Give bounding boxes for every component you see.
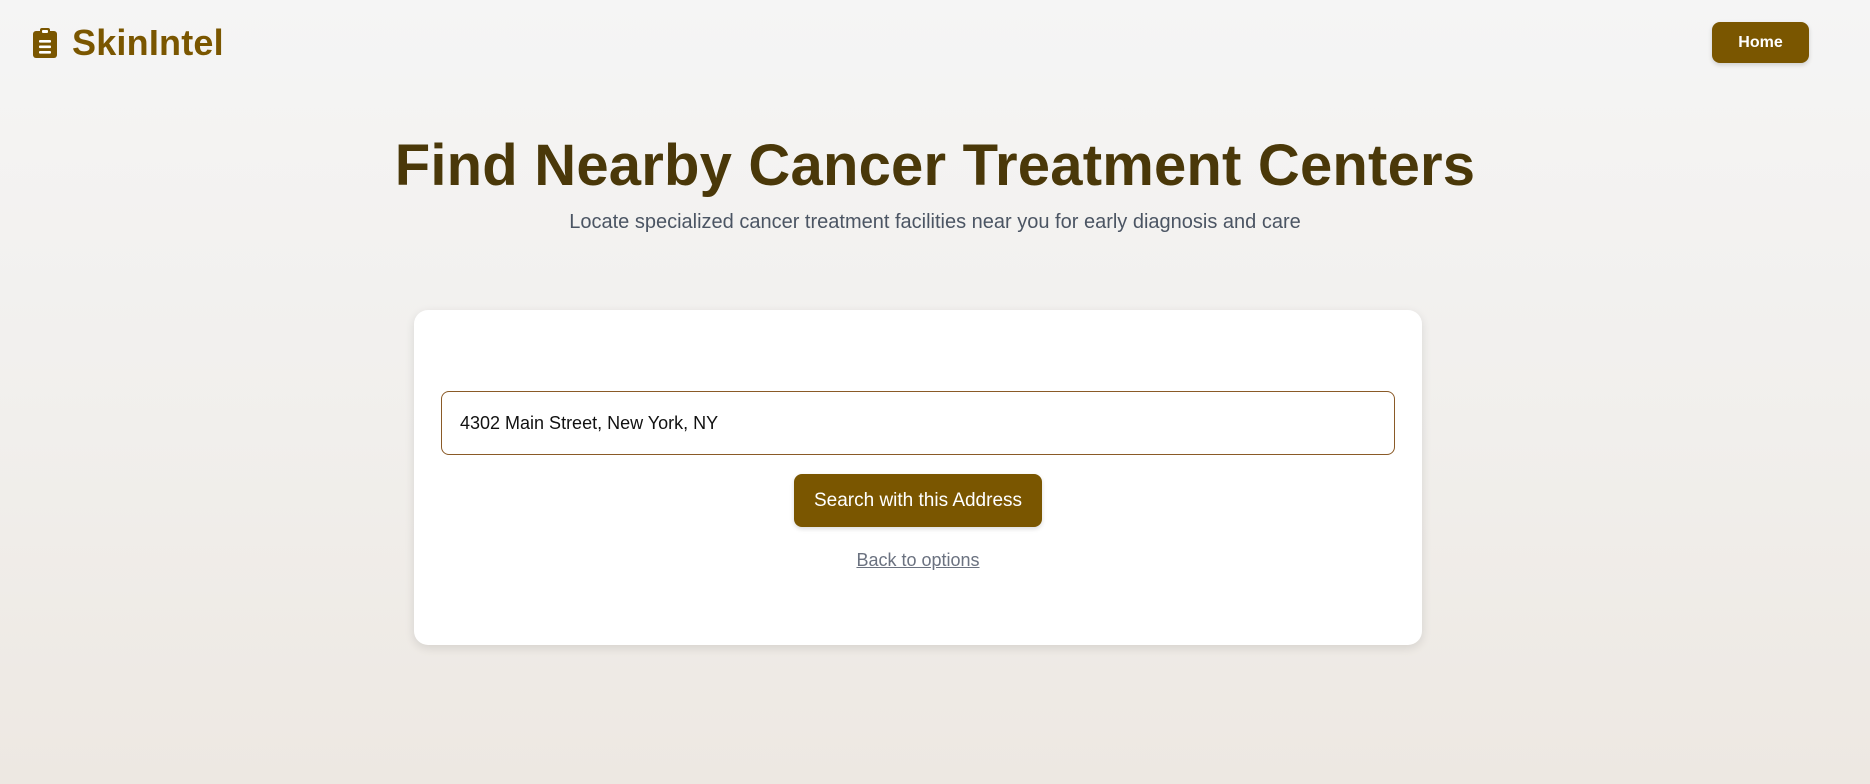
home-button[interactable]: Home [1712,22,1809,63]
brand[interactable]: SkinIntel [32,22,224,64]
address-search-card: Search with this Address Back to options [414,310,1422,645]
clipboard-icon [32,27,58,59]
back-to-options-link[interactable]: Back to options [414,548,1422,572]
page-title: Find Nearby Cancer Treatment Centers [394,133,1476,198]
page-subtitle: Locate specialized cancer treatment faci… [569,211,1301,233]
address-input[interactable] [441,391,1395,455]
brand-name: SkinIntel [72,22,224,63]
site-header: SkinIntel Home [0,0,1870,86]
hero: Find Nearby Cancer Treatment Centers Loc… [0,126,1870,236]
search-with-address-button[interactable]: Search with this Address [794,474,1042,527]
